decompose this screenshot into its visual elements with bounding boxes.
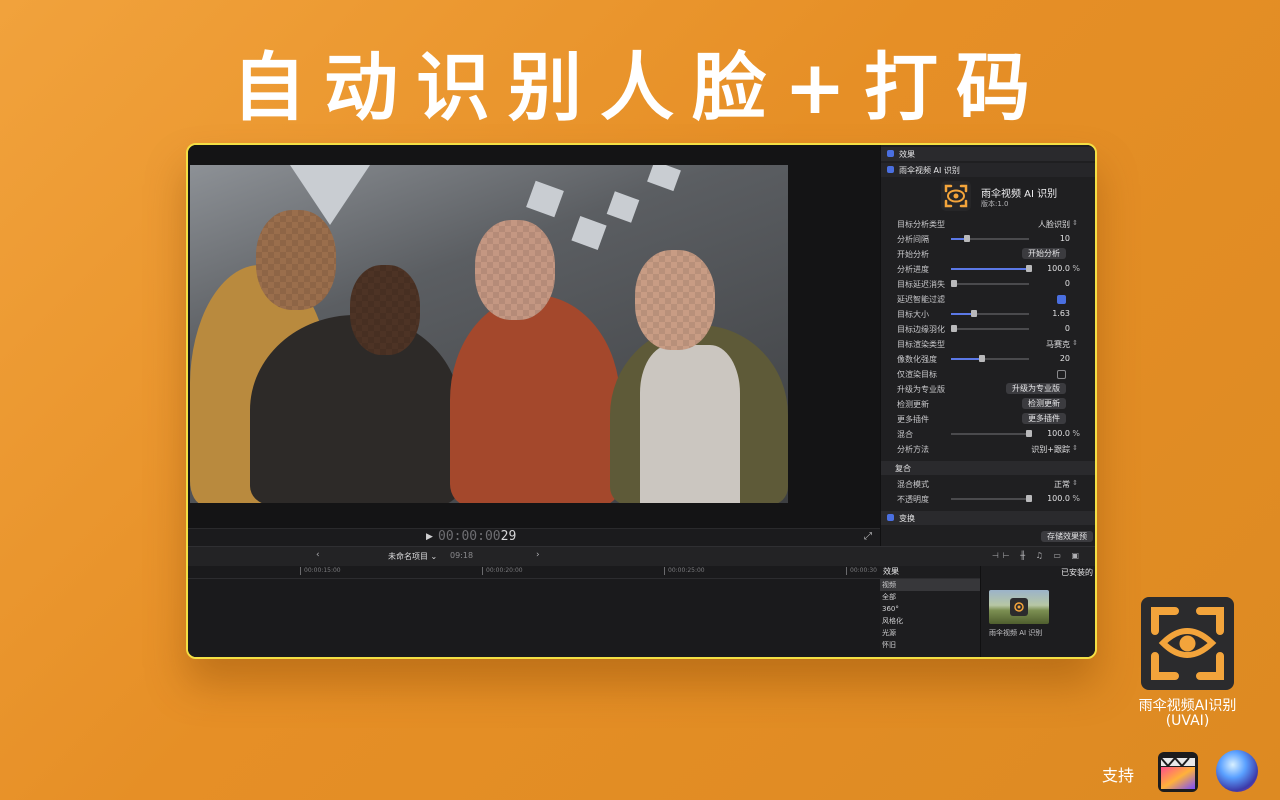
upgrade-pro-button[interactable]: 升级为专业版 (1006, 383, 1066, 394)
wall-window (571, 215, 607, 251)
installed-header: 已安装的 (1061, 568, 1093, 577)
viewer (188, 145, 880, 528)
person-right-shirt (640, 345, 740, 503)
category-stylize[interactable]: 风格化 (880, 615, 980, 627)
effects-section-header[interactable]: 效果 (881, 147, 1095, 161)
smart-filter-checkbox[interactable] (1057, 295, 1066, 304)
param-check-update: 检测更新 检测更新 (881, 397, 1095, 412)
app-name: 雨伞视频AI识别 (UVAI) (1138, 698, 1237, 729)
timecode: 00:00:0029 (438, 529, 517, 544)
param-edge-feather[interactable]: 目标边缘羽化 0 (881, 322, 1095, 337)
param-progress: 分析进度 100.0 % (897, 264, 1080, 274)
category-light[interactable]: 光源 (880, 627, 980, 639)
final-cut-pro-icon (1158, 752, 1198, 792)
plugin-title: 雨伞视频 AI 识别 (981, 189, 1058, 200)
timeline[interactable]: 00:00:15:00 00:00:20:00 00:00:25:00 00:0… (188, 566, 880, 657)
timeline-toolbar: ‹ 未命名项目 ⌄ 09:18 › ⊣⊢ ╫ ♫ ▭ ▣ (188, 546, 1095, 567)
motion-app-icon (1216, 750, 1258, 792)
plugin-logo-icon (941, 181, 971, 211)
support-label: 支持 (1102, 766, 1135, 785)
chevron-updown-icon: ⇕ (1072, 444, 1078, 452)
slider[interactable] (951, 495, 1032, 502)
param-analysis-method[interactable]: 分析方法 识别+跟踪 ⇕ (881, 442, 1095, 457)
pixelated-face (475, 220, 555, 320)
category-all[interactable]: 全部 (880, 591, 980, 603)
transform-section-header[interactable]: 变换 (881, 511, 1095, 525)
fcp-window: ▶ 00:00:0029 ⤢ 效果 雨伞视频 AI 识别 雨伞视频 AI 识别 … (186, 143, 1097, 659)
chevron-left-icon[interactable]: ‹ (316, 550, 320, 560)
more-plugins-button[interactable]: 更多插件 (1022, 413, 1066, 424)
param-smart-filter: 延迟智能过滤 (881, 292, 1095, 307)
checkbox-icon[interactable] (887, 514, 894, 521)
param-target-type[interactable]: 目标分析类型 人脸识别 ⇕ (881, 217, 1095, 232)
pixelated-face (256, 210, 336, 310)
chevron-updown-icon: ⇕ (1072, 479, 1078, 487)
slider[interactable] (951, 310, 1029, 317)
effects-category-list: 效果 视频 全部 360° 风格化 光源 怀旧 (880, 566, 981, 657)
project-duration: 09:18 (450, 551, 474, 560)
start-analysis-button[interactable]: 开始分析 (1022, 248, 1066, 259)
plugin-section-header[interactable]: 雨伞视频 AI 识别 (881, 163, 1095, 177)
param-target-size[interactable]: 目标大小 1.63 (881, 307, 1095, 322)
plugin-version: 版本:1.0 (981, 200, 1009, 208)
wall-window (647, 165, 681, 192)
slider[interactable] (951, 430, 1032, 437)
slider[interactable] (951, 280, 1029, 287)
category-retro[interactable]: 怀旧 (880, 639, 980, 651)
category-video[interactable]: 视频 (880, 579, 980, 591)
project-name[interactable]: 未命名项目 ⌄ (388, 551, 437, 562)
check-update-button[interactable]: 检测更新 (1022, 398, 1066, 409)
param-render-type[interactable]: 目标渲染类型 马赛克 ⇕ (881, 337, 1095, 352)
checkbox-icon[interactable] (887, 166, 894, 173)
wall-window (526, 180, 564, 218)
param-delay-disappear[interactable]: 目标延迟消失 0 (881, 277, 1095, 292)
effects-thumbnails: 已安装的 雨伞视频 AI 识别 (981, 566, 1095, 657)
chevron-updown-icon: ⇕ (1072, 219, 1078, 227)
slider[interactable] (951, 325, 1029, 332)
timeline-ruler: 00:00:15:00 00:00:20:00 00:00:25:00 00:0… (188, 566, 880, 579)
pixelated-face (635, 250, 715, 350)
param-opacity[interactable]: 不透明度 100.0 % (881, 492, 1095, 507)
viewer-transport: ▶ 00:00:0029 ⤢ (188, 528, 880, 547)
param-more-plugins: 更多插件 更多插件 (881, 412, 1095, 427)
render-target-only-checkbox[interactable] (1057, 370, 1066, 379)
chevron-right-icon[interactable]: › (536, 550, 540, 560)
effects-browser-header: 效果 (880, 566, 980, 579)
checkbox-icon[interactable] (887, 150, 894, 157)
save-preset-button[interactable]: 存储效果预 (1041, 531, 1093, 542)
param-interval[interactable]: 分析间隔 10 (881, 232, 1095, 247)
param-pixelate-strength[interactable]: 像数化强度 20 (881, 352, 1095, 367)
video-frame (190, 165, 788, 503)
inspector: 效果 雨伞视频 AI 识别 雨伞视频 AI 识别 版本:1.0 目标分析类型 人… (880, 145, 1095, 546)
effect-thumbnail-label: 雨伞视频 AI 识别 (989, 629, 1043, 637)
timeline-tools-icon[interactable]: ⊣⊢ ╫ ♫ ▭ ▣ (992, 551, 1083, 560)
wall-window (606, 191, 640, 223)
param-upgrade: 升级为专业版 升级为专业版 (881, 382, 1095, 397)
slider[interactable] (951, 355, 1029, 362)
progress-slider[interactable] (951, 265, 1032, 272)
effect-thumbnail[interactable] (989, 590, 1049, 624)
person-braids (250, 315, 460, 503)
fullscreen-icon[interactable]: ⤢ (864, 531, 872, 542)
uvai-app-icon (1141, 597, 1234, 690)
pixelated-face (350, 265, 420, 355)
chevron-updown-icon: ⇕ (1072, 339, 1078, 347)
param-render-target-only: 仅渲染目标 (881, 367, 1095, 382)
person-hoodie (450, 295, 620, 503)
param-blend-mode[interactable]: 混合模式 正常 ⇕ (881, 477, 1095, 492)
param-start-analysis: 开始分析 开始分析 (881, 247, 1095, 262)
play-icon[interactable]: ▶ (426, 532, 433, 542)
headline: 自动识别人脸+打码 (231, 45, 1048, 131)
category-360[interactable]: 360° (880, 603, 980, 615)
composite-section-header[interactable]: 复合 (881, 461, 1095, 475)
param-mix[interactable]: 混合 100.0 % (881, 427, 1095, 442)
slider[interactable] (951, 235, 1029, 242)
